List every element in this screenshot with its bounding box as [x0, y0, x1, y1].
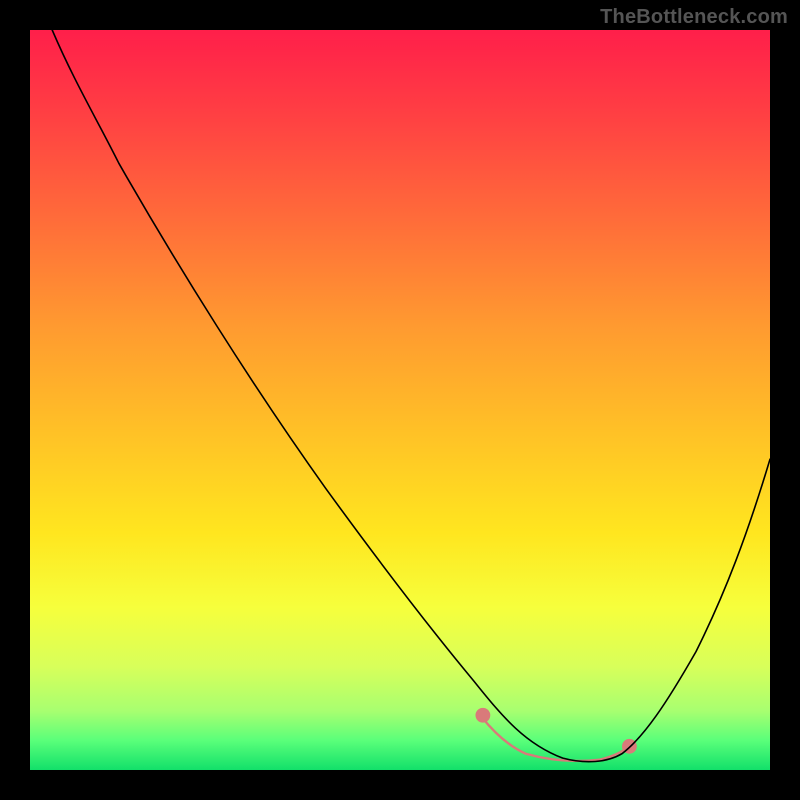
- bottleneck-curve: [30, 30, 770, 770]
- watermark-text: TheBottleneck.com: [600, 6, 788, 29]
- curve-line: [52, 30, 770, 762]
- plot-area: [30, 30, 770, 770]
- chart-container: TheBottleneck.com: [0, 0, 800, 800]
- marker-dot-left: [475, 708, 490, 723]
